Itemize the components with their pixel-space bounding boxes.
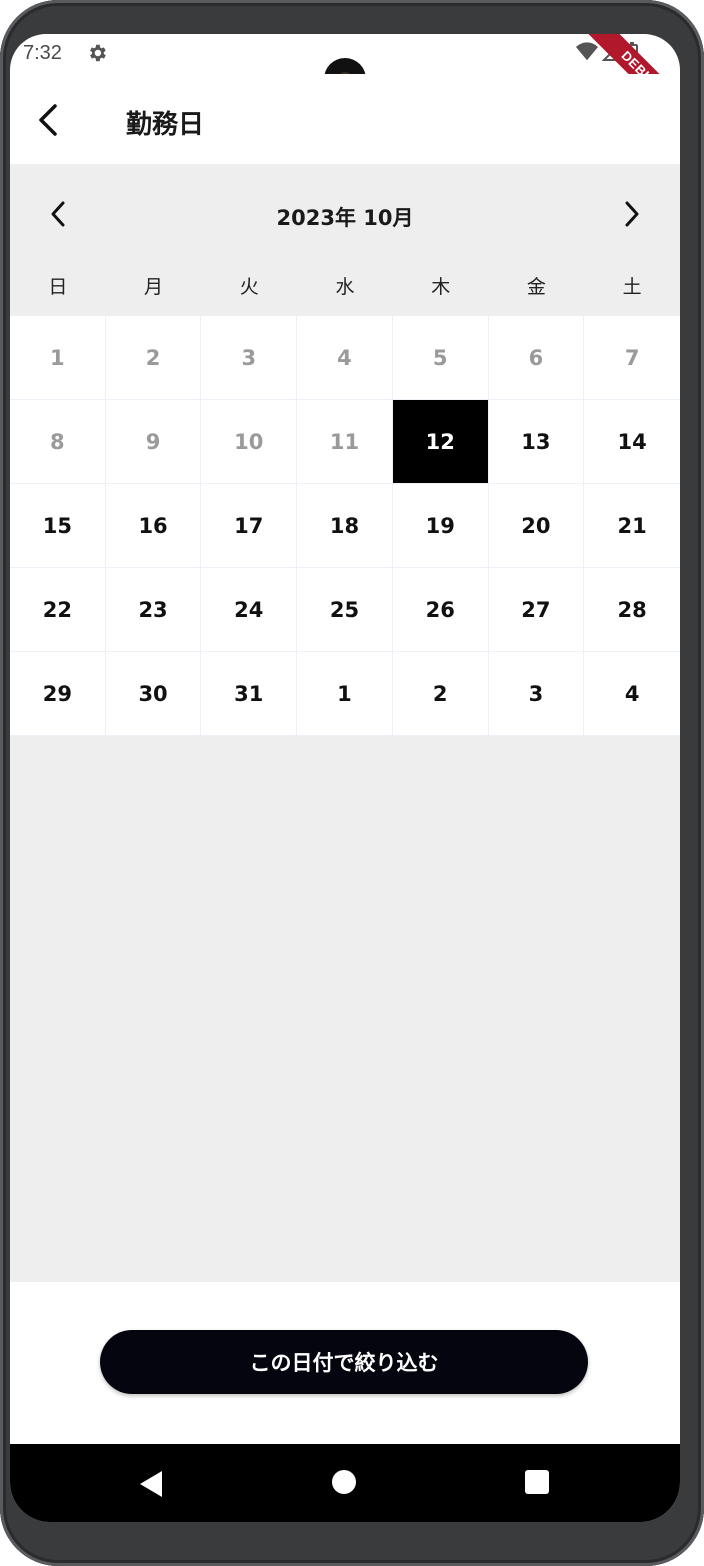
- day-cell[interactable]: 15: [10, 484, 106, 568]
- back-button[interactable]: [28, 98, 68, 142]
- day-cell[interactable]: 18: [297, 484, 393, 568]
- month-label: 2023年 10月: [276, 206, 414, 230]
- nav-recents-icon[interactable]: [525, 1470, 549, 1494]
- days-grid: 1 2 3 4 5 6 7 8 9 10 11 12 13 14 15 16 17 18 19 20 21 22 23 24 2…: [10, 316, 680, 736]
- day-cell[interactable]: 24: [201, 568, 298, 652]
- day-cell[interactable]: 7: [584, 316, 680, 400]
- day-cell[interactable]: 31: [201, 652, 298, 736]
- weekday-fri: 金: [526, 276, 546, 298]
- weekday-wed: 水: [335, 276, 355, 298]
- day-cell[interactable]: 3: [201, 316, 298, 400]
- day-cell[interactable]: 21: [584, 484, 680, 568]
- bottom-bar: この日付で絞り込む: [10, 1282, 680, 1444]
- day-cell[interactable]: 26: [392, 568, 489, 652]
- day-cell[interactable]: 19: [392, 484, 489, 568]
- month-header: 2023年 10月: [10, 164, 680, 264]
- chevron-left-icon: [39, 104, 57, 136]
- day-cell[interactable]: 16: [105, 484, 202, 568]
- day-cell[interactable]: 27: [488, 568, 585, 652]
- day-cell[interactable]: 2: [105, 316, 202, 400]
- status-time: 7:32: [23, 42, 62, 64]
- day-cell[interactable]: 29: [10, 652, 106, 736]
- weekday-mon: 月: [144, 276, 164, 298]
- filter-by-date-button[interactable]: この日付で絞り込む: [100, 1330, 588, 1394]
- day-cell[interactable]: 3: [488, 652, 585, 736]
- day-cell[interactable]: 4: [297, 316, 393, 400]
- day-cell[interactable]: 2: [392, 652, 489, 736]
- day-cell[interactable]: 22: [10, 568, 106, 652]
- app-bar: 勤務日: [10, 74, 680, 164]
- weekday-thu: 木: [431, 276, 451, 298]
- day-cell[interactable]: 23: [105, 568, 202, 652]
- wifi-icon: [576, 42, 598, 68]
- system-navigation-bar: [10, 1444, 680, 1522]
- day-cell[interactable]: 10: [201, 400, 298, 484]
- weekday-tue: 火: [239, 276, 259, 298]
- day-cell[interactable]: 17: [201, 484, 298, 568]
- page-title: 勤務日: [126, 110, 205, 140]
- chevron-right-icon: [625, 201, 639, 227]
- day-cell[interactable]: 8: [10, 400, 106, 484]
- next-month-button[interactable]: [612, 194, 652, 234]
- day-cell[interactable]: 28: [584, 568, 680, 652]
- day-cell-selected[interactable]: 12: [392, 400, 489, 484]
- day-cell[interactable]: 20: [488, 484, 585, 568]
- day-cell[interactable]: 1: [10, 316, 106, 400]
- day-cell[interactable]: 1: [297, 652, 393, 736]
- day-cell[interactable]: 4: [584, 652, 680, 736]
- weekday-sun: 日: [48, 276, 68, 298]
- weekday-row: 日 月 火 水 木 金 土: [10, 272, 680, 299]
- screen: 7:32 DEBUG 勤務日 2023年 10月 日 月 火 水 木 金 土 1…: [10, 34, 680, 1522]
- nav-home-icon[interactable]: [332, 1470, 356, 1494]
- day-cell[interactable]: 13: [488, 400, 585, 484]
- nav-back-icon[interactable]: [138, 1470, 164, 1502]
- day-cell[interactable]: 5: [392, 316, 489, 400]
- calendar: 2023年 10月 日 月 火 水 木 金 土 1 2 3 4 5 6 7 8 9 10 11 12 1…: [10, 164, 680, 1282]
- day-cell[interactable]: 6: [488, 316, 585, 400]
- day-cell[interactable]: 9: [105, 400, 202, 484]
- day-cell[interactable]: 30: [105, 652, 202, 736]
- weekday-sat: 土: [622, 276, 642, 298]
- day-cell[interactable]: 14: [584, 400, 680, 484]
- device-frame: 7:32 DEBUG 勤務日 2023年 10月 日 月 火 水 木 金 土 1…: [0, 0, 704, 1566]
- gear-icon: [86, 42, 108, 68]
- day-cell[interactable]: 25: [297, 568, 393, 652]
- day-cell[interactable]: 11: [297, 400, 393, 484]
